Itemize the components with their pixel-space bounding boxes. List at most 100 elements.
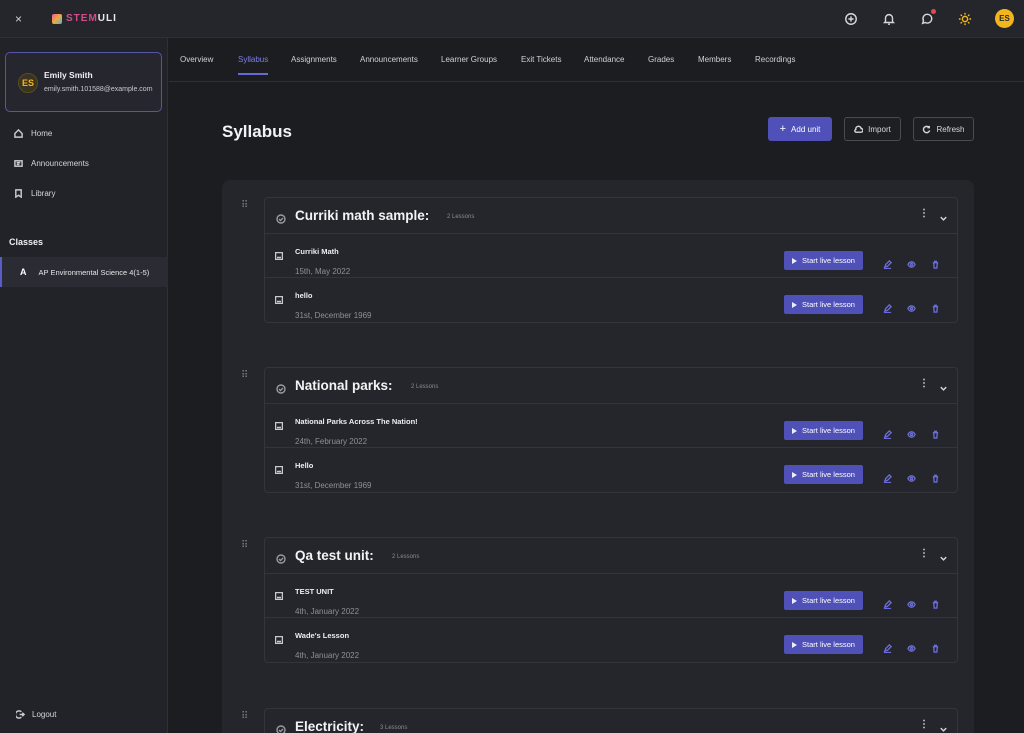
edit-icon[interactable] [883, 640, 893, 654]
lesson-date: 4th, January 2022 [295, 651, 360, 660]
trash-icon[interactable] [931, 300, 940, 313]
user-email: emily.smith.101588@example.com [44, 86, 153, 93]
more-menu-icon[interactable]: ⋮ [919, 719, 929, 730]
unit-header[interactable]: Qa test unit: 2 Lessons ⋮ [265, 538, 957, 574]
drag-handle-icon[interactable]: ⠿ [241, 200, 248, 211]
import-button[interactable]: Import [844, 117, 901, 141]
sidebar: ES Emily Smith emily.smith.101588@exampl… [0, 38, 168, 733]
eye-icon[interactable] [907, 426, 916, 438]
add-unit-button[interactable]: + Add unit [768, 117, 832, 141]
tab-grades[interactable]: Grades [648, 55, 674, 64]
drag-handle-icon[interactable]: ⠿ [241, 711, 248, 722]
unit-card: Qa test unit: 2 Lessons ⋮ TEST UNIT 4th,… [264, 537, 958, 663]
edit-icon[interactable] [883, 256, 893, 270]
start-live-lesson-button[interactable]: Start live lesson [784, 635, 863, 654]
sidebar-item-library[interactable]: Library [14, 189, 55, 198]
more-menu-icon[interactable]: ⋮ [919, 548, 929, 559]
drag-handle-icon[interactable]: ⠿ [241, 540, 248, 551]
lesson-count: 2 Lessons [411, 384, 439, 390]
start-live-lesson-button[interactable]: Start live lesson [784, 465, 863, 484]
trash-icon[interactable] [931, 470, 940, 483]
logout-button[interactable]: Logout [16, 710, 56, 719]
drag-handle-icon[interactable]: ⠿ [241, 370, 248, 381]
edit-icon[interactable] [883, 470, 893, 484]
tab-members[interactable]: Members [698, 55, 731, 64]
play-icon [792, 301, 798, 308]
tab-recordings[interactable]: Recordings [755, 55, 795, 64]
notification-dot [931, 8, 936, 14]
sun-icon[interactable] [957, 11, 973, 27]
edit-icon[interactable] [883, 596, 893, 610]
chevron-down-icon[interactable] [939, 721, 948, 733]
check-circle-icon [276, 381, 286, 394]
play-icon [792, 471, 798, 478]
eye-icon[interactable] [907, 470, 916, 482]
user-card[interactable]: ES Emily Smith emily.smith.101588@exampl… [5, 52, 162, 112]
lesson-row: Hello 31st, December 1969 Start live les… [265, 448, 957, 492]
eye-icon[interactable] [907, 256, 916, 268]
lesson-icon [274, 417, 284, 435]
unit-header[interactable]: Electricity: 3 Lessons ⋮ [265, 709, 957, 733]
edit-icon[interactable] [883, 300, 893, 314]
check-circle-icon [276, 551, 286, 564]
user-avatar[interactable]: ES [995, 9, 1014, 28]
sidebar-item-label: Library [31, 189, 56, 198]
plus-icon: + [779, 123, 787, 135]
eye-icon[interactable] [907, 300, 916, 312]
start-live-lesson-button[interactable]: Start live lesson [784, 295, 863, 314]
lesson-date: 24th, February 2022 [295, 437, 368, 446]
chevron-down-icon[interactable] [939, 210, 948, 228]
start-live-lesson-button[interactable]: Start live lesson [784, 421, 863, 440]
sidebar-item-announcements[interactable]: Announcements [14, 159, 89, 168]
tab-attendance[interactable]: Attendance [584, 55, 624, 64]
lesson-title[interactable]: Curriki Math [295, 247, 339, 256]
trash-icon[interactable] [931, 256, 940, 269]
trash-icon[interactable] [931, 426, 940, 439]
tab-exit-tickets[interactable]: Exit Tickets [521, 55, 561, 64]
lesson-date: 31st, December 1969 [295, 311, 372, 320]
lesson-icon [274, 631, 284, 649]
lesson-title[interactable]: National Parks Across The Nation! [295, 417, 418, 426]
user-name: Emily Smith [44, 70, 93, 80]
class-letter-icon: A [20, 267, 27, 277]
more-menu-icon[interactable]: ⋮ [919, 208, 929, 219]
bell-icon[interactable] [881, 11, 897, 27]
stemuli-logo[interactable]: STEMULI [52, 13, 117, 24]
start-live-lesson-button[interactable]: Start live lesson [784, 591, 863, 610]
unit-header[interactable]: National parks: 2 Lessons ⋮ [265, 368, 957, 404]
add-circle-icon[interactable] [843, 11, 859, 27]
sidebar-item-home[interactable]: Home [14, 129, 52, 138]
refresh-button[interactable]: Refresh [913, 117, 974, 141]
trash-icon[interactable] [931, 596, 940, 609]
tab-overview[interactable]: Overview [180, 55, 213, 64]
chevron-down-icon[interactable] [939, 380, 948, 398]
tab-assignments[interactable]: Assignments [291, 55, 337, 64]
logout-label: Logout [32, 710, 57, 719]
start-live-lesson-button[interactable]: Start live lesson [784, 251, 863, 270]
sidebar-class-item[interactable]: A AP Environmental Science 4(1-5) [0, 257, 168, 287]
import-label: Import [868, 124, 891, 134]
top-bar: × STEMULI ES [0, 0, 1024, 38]
lesson-title[interactable]: TEST UNIT [295, 587, 334, 596]
lesson-count: 3 Lessons [380, 725, 408, 731]
tab-learner-groups[interactable]: Learner Groups [441, 55, 497, 64]
tab-announcements[interactable]: Announcements [360, 55, 418, 64]
close-icon[interactable]: × [15, 12, 22, 26]
eye-icon[interactable] [907, 596, 916, 608]
eye-icon[interactable] [907, 640, 916, 652]
announcement-icon [14, 160, 23, 167]
chat-icon[interactable] [919, 8, 936, 27]
lesson-title[interactable]: Wade's Lesson [295, 631, 349, 640]
more-menu-icon[interactable]: ⋮ [919, 378, 929, 389]
start-label: Start live lesson [802, 426, 855, 435]
logout-icon [16, 710, 25, 719]
sidebar-item-label: Announcements [31, 159, 89, 168]
trash-icon[interactable] [931, 640, 940, 653]
unit-header[interactable]: Curriki math sample: 2 Lessons ⋮ [265, 198, 957, 234]
lesson-row: hello 31st, December 1969 Start live les… [265, 278, 957, 322]
lesson-title[interactable]: Hello [295, 461, 313, 470]
tab-syllabus[interactable]: Syllabus [238, 55, 268, 64]
edit-icon[interactable] [883, 426, 893, 440]
chevron-down-icon[interactable] [939, 550, 948, 568]
lesson-title[interactable]: hello [295, 291, 313, 300]
